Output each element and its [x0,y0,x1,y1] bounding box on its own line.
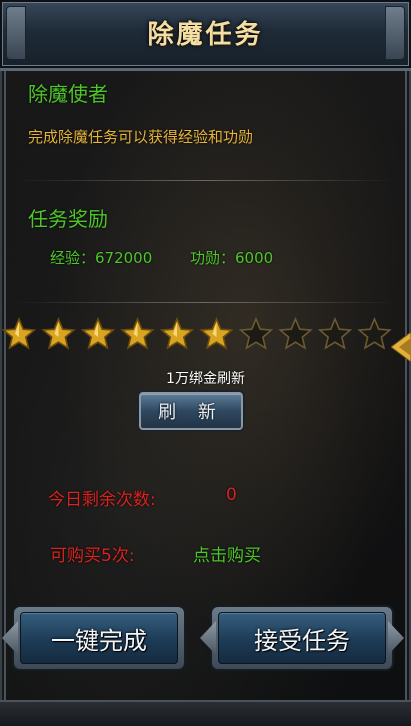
complete-all-button[interactable]: 一键完成 [2,607,184,669]
divider-bottom [14,302,397,303]
star-filled-icon [159,317,195,350]
complete-all-left-tip [2,621,18,655]
panel-header: 除魔任务 [0,0,411,71]
star-filled-icon [2,317,37,350]
refresh-cost: 1万绑金刷新 [166,371,245,387]
expand-arrow-icon[interactable] [391,332,411,362]
star-filled-icon [80,317,116,350]
reward-exp: 经验：672000 [50,249,153,267]
star-rating [2,317,392,350]
purchase-label: 可购买5次: [50,546,135,566]
star-empty-icon [278,317,313,350]
buy-link[interactable]: 点击购买 [193,541,261,566]
star-filled-icon [120,317,155,350]
complete-all-label: 一键完成 [20,612,178,664]
remaining-label: 今日剩余次数: [48,490,156,510]
star-empty-icon [357,317,392,350]
accept-right-tip [388,621,404,655]
accept-button[interactable]: 接受任务 [200,607,404,669]
refresh-button[interactable]: 刷 新 [139,392,243,430]
role-name: 除魔使者 [28,82,108,106]
panel-bottom-border [0,700,411,726]
accept-label: 接受任务 [218,612,386,664]
panel-title: 除魔任务 [147,20,264,50]
reward-merit: 功勋：6000 [190,249,274,267]
star-filled-icon [199,317,234,350]
rewards-label: 任务奖励 [28,207,108,231]
remaining-value: 0 [226,485,237,505]
mission-panel: 除魔任务 除魔使者 完成除魔任务可以获得经验和功勋 任务奖励 经验：672000… [0,0,411,726]
divider-top [14,180,397,181]
accept-left-tip [200,621,216,655]
role-description: 完成除魔任务可以获得经验和功勋 [28,128,254,146]
star-filled-icon [41,317,76,350]
star-empty-icon [317,317,353,350]
star-empty-icon [238,317,274,350]
